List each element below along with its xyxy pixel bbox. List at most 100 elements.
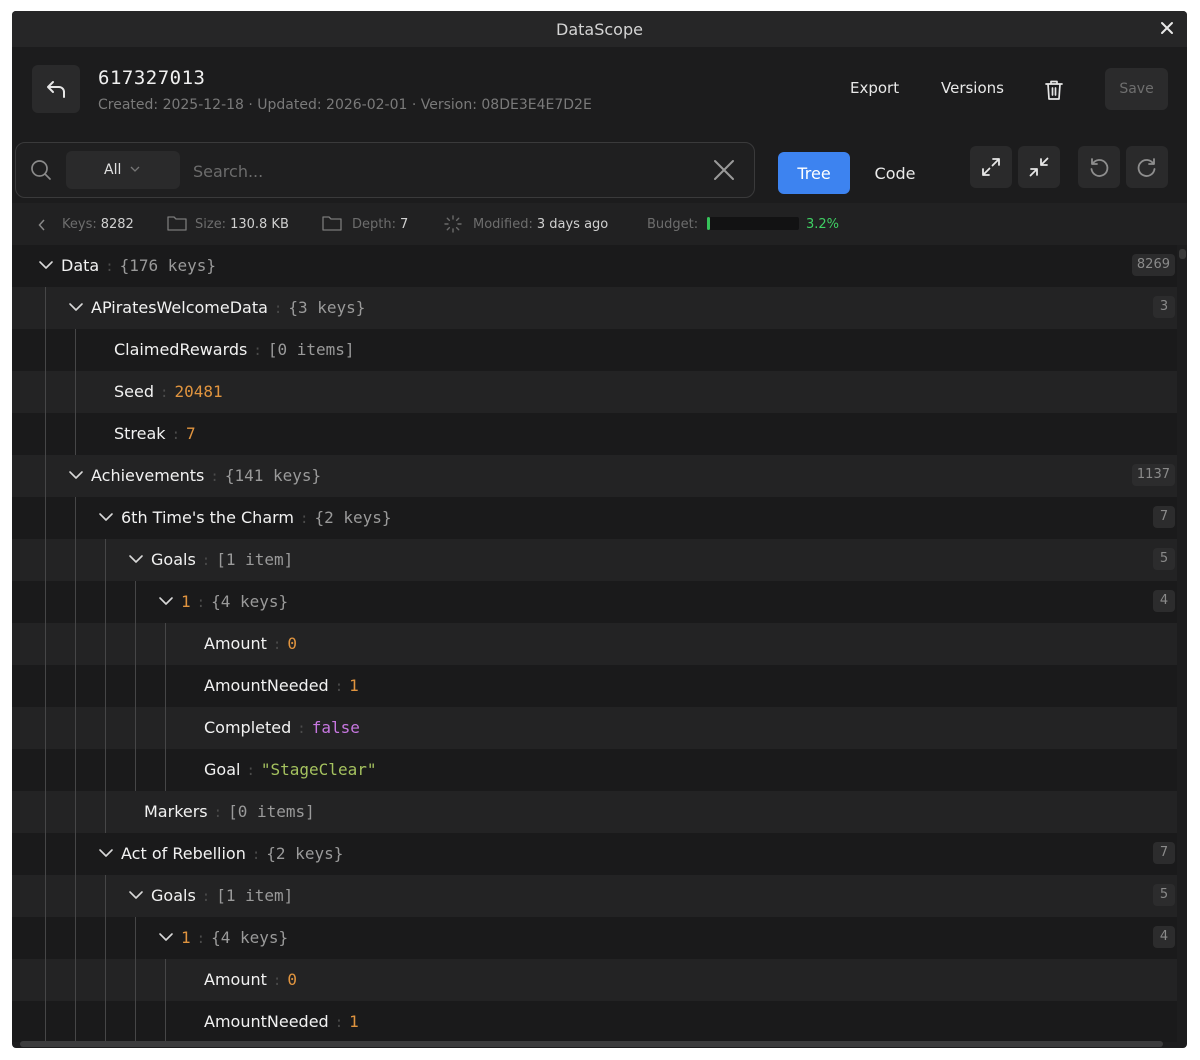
tree-node: Amount:0: [204, 970, 297, 989]
close-icon[interactable]: [1159, 20, 1175, 36]
record-id: 617327013: [98, 67, 206, 89]
expand-all-button[interactable]: [970, 146, 1012, 188]
indent-guide: [135, 665, 136, 707]
indent-guide: [105, 539, 106, 581]
tree-node: Achievements: {141 keys}: [91, 466, 321, 485]
chevron-down-icon[interactable]: [128, 551, 144, 567]
node-value[interactable]: 1: [349, 676, 359, 695]
node-value[interactable]: 0: [287, 634, 297, 653]
key-separator: :: [272, 973, 282, 989]
indent-guide: [105, 959, 106, 1001]
chevron-down-icon[interactable]: [68, 299, 84, 315]
indent-guide: [105, 1001, 106, 1042]
node-key: Goals: [151, 550, 196, 569]
node-value[interactable]: 1: [349, 1012, 359, 1031]
node-value[interactable]: 20481: [174, 382, 222, 401]
tree-node: Goals: [1 item]: [151, 886, 293, 905]
tree-row[interactable]: AmountNeeded:1: [12, 665, 1177, 707]
tree-node: Markers: [0 items]: [144, 802, 315, 821]
indent-guide: [45, 749, 46, 791]
horizontal-scrollbar[interactable]: [20, 1041, 1163, 1047]
indent-guide: [135, 707, 136, 749]
tree-row[interactable]: Completed: false: [12, 707, 1177, 749]
tree-row[interactable]: 1: {4 keys} 4: [12, 581, 1177, 623]
node-value: [1 item]: [216, 550, 294, 569]
keys-stat: Keys: 8282: [62, 217, 134, 232]
tree-node: Goal: "StageClear": [204, 760, 376, 779]
record-meta: Created: 2025-12-18 · Updated: 2026-02-0…: [98, 97, 592, 113]
filter-select[interactable]: All: [66, 151, 180, 189]
indent-guide: [75, 413, 76, 455]
chevron-down-icon[interactable]: [158, 593, 174, 609]
node-key: AmountNeeded: [204, 1012, 329, 1031]
tree-row[interactable]: Amount:0: [12, 959, 1177, 1001]
tree-row[interactable]: Goals: [1 item] 5: [12, 539, 1177, 581]
chevron-left-icon[interactable]: [38, 219, 46, 231]
collapse-all-button[interactable]: [1018, 146, 1060, 188]
key-separator: :: [171, 427, 181, 443]
tree-node: Data: {176 keys}: [61, 256, 216, 275]
tree-row[interactable]: 6th Time's the Charm: {2 keys} 7: [12, 497, 1177, 539]
node-key: Streak: [114, 424, 166, 443]
node-value: {4 keys}: [211, 928, 289, 947]
json-tree: Data: {176 keys} 8269 APiratesWelcomeData: {…: [12, 245, 1177, 1042]
tree-row[interactable]: 1: {4 keys} 4: [12, 917, 1177, 959]
export-button[interactable]: Export: [850, 79, 899, 97]
back-button[interactable]: [32, 65, 80, 113]
tree-row[interactable]: Markers: [0 items]: [12, 791, 1177, 833]
tree-row[interactable]: Amount:0: [12, 623, 1177, 665]
tree-row[interactable]: AmountNeeded:1: [12, 1001, 1177, 1042]
tree-row[interactable]: Streak:7: [12, 413, 1177, 455]
chevron-down-icon[interactable]: [158, 929, 174, 945]
chevron-down-icon[interactable]: [68, 467, 84, 483]
key-separator: :: [201, 553, 211, 569]
key-separator: :: [213, 805, 223, 821]
versions-button[interactable]: Versions: [941, 79, 1004, 97]
keys-value: 8282: [100, 217, 134, 232]
indent-guide: [45, 917, 46, 959]
tree-row[interactable]: Seed:20481: [12, 371, 1177, 413]
chevron-down-icon[interactable]: [128, 887, 144, 903]
node-key: AmountNeeded: [204, 676, 329, 695]
search-input[interactable]: [191, 151, 695, 191]
node-value[interactable]: 0: [287, 970, 297, 989]
tree-node: Amount:0: [204, 634, 297, 653]
tree-row[interactable]: Data: {176 keys} 8269: [12, 245, 1177, 287]
indent-guide: [75, 959, 76, 1001]
indent-guide: [45, 833, 46, 875]
indent-guide: [45, 455, 46, 497]
tree-row[interactable]: Goals: [1 item] 5: [12, 875, 1177, 917]
indent-guide: [75, 329, 76, 371]
node-value[interactable]: "StageClear": [261, 760, 377, 779]
chevron-down-icon[interactable]: [98, 845, 114, 861]
indent-guide: [105, 707, 106, 749]
key-separator: :: [210, 469, 219, 485]
tree-row[interactable]: Goal: "StageClear": [12, 749, 1177, 791]
tree-row[interactable]: Act of Rebellion: {2 keys} 7: [12, 833, 1177, 875]
indent-guide: [165, 707, 166, 749]
indent-guide: [165, 665, 166, 707]
tree-row[interactable]: Achievements: {141 keys} 1137: [12, 455, 1177, 497]
undo-button[interactable]: [1078, 146, 1120, 188]
clear-search-icon[interactable]: [713, 159, 735, 181]
indent-guide: [75, 749, 76, 791]
chevron-down-icon[interactable]: [98, 509, 114, 525]
tab-code[interactable]: Code: [862, 152, 928, 194]
redo-button[interactable]: [1126, 146, 1168, 188]
chevron-down-icon[interactable]: [38, 257, 54, 273]
tree-row[interactable]: APiratesWelcomeData: {3 keys} 3: [12, 287, 1177, 329]
expand-icon: [982, 158, 1000, 176]
node-value[interactable]: 7: [186, 424, 196, 443]
vertical-scrollbar[interactable]: [1179, 249, 1186, 259]
node-key: 1: [181, 928, 191, 947]
node-key: Amount: [204, 634, 267, 653]
trash-icon[interactable]: [1044, 79, 1064, 101]
tab-tree[interactable]: Tree: [778, 152, 850, 194]
node-value: {176 keys}: [119, 256, 216, 275]
tree-row[interactable]: ClaimedRewards: [0 items]: [12, 329, 1177, 371]
size-label: Size:: [195, 217, 227, 232]
tree-node: Goals: [1 item]: [151, 550, 293, 569]
node-value: {141 keys}: [224, 466, 322, 485]
save-button[interactable]: Save: [1105, 68, 1168, 110]
node-value[interactable]: false: [312, 718, 360, 737]
